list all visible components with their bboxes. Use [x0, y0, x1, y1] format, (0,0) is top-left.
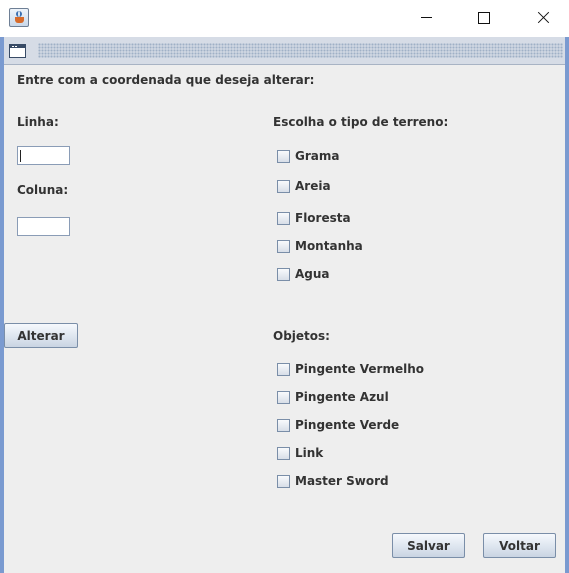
checkbox-floresta[interactable]: Floresta	[277, 210, 351, 226]
checkbox-label: Pingente Verde	[295, 418, 400, 432]
form-panel: Entre com a coordenada que deseja altera…	[4, 65, 565, 573]
checkbox-label: Link	[295, 446, 324, 460]
checkbox-label: Grama	[295, 149, 340, 163]
checkbox-label: Areia	[295, 179, 331, 193]
checkbox-box[interactable]	[277, 179, 290, 193]
checkbox-pingente-vermelho[interactable]: Pingente Vermelho	[277, 361, 424, 377]
alter-button[interactable]: Alterar	[4, 323, 78, 348]
checkbox-label: Pingente Vermelho	[295, 362, 425, 376]
row-input[interactable]	[17, 146, 70, 165]
title-bar-grip	[38, 43, 563, 58]
column-input[interactable]	[17, 217, 70, 236]
back-button[interactable]: Voltar	[483, 533, 556, 558]
checkbox-box[interactable]	[277, 149, 290, 163]
checkbox-box[interactable]	[277, 239, 290, 253]
checkbox-areia[interactable]: Areia	[277, 178, 331, 194]
os-title-bar	[0, 0, 569, 36]
internal-frame-title-bar[interactable]	[4, 37, 565, 65]
form-heading: Entre com a coordenada que deseja altera…	[17, 73, 315, 87]
internal-frame: Entre com a coordenada que deseja altera…	[0, 37, 569, 573]
checkbox-label: Montanha	[295, 239, 363, 253]
checkbox-label: Agua	[295, 267, 330, 281]
checkbox-agua[interactable]: Agua	[277, 266, 330, 282]
terrain-title: Escolha o tipo de terreno:	[273, 115, 449, 129]
objects-title: Objetos:	[273, 329, 330, 343]
checkbox-box[interactable]	[277, 446, 290, 460]
checkbox-link[interactable]: Link	[277, 445, 323, 461]
checkbox-label: Pingente Azul	[295, 390, 389, 404]
checkbox-master-sword[interactable]: Master Sword	[277, 473, 389, 489]
window-icon[interactable]	[9, 44, 26, 58]
checkbox-box[interactable]	[277, 390, 290, 404]
checkbox-label: Floresta	[295, 211, 351, 225]
checkbox-label: Master Sword	[295, 474, 389, 488]
checkbox-box[interactable]	[277, 267, 290, 281]
checkbox-box[interactable]	[277, 474, 290, 488]
text-caret	[20, 150, 21, 162]
minimize-button[interactable]	[403, 0, 449, 36]
checkbox-box[interactable]	[277, 362, 290, 376]
java-cup-icon[interactable]	[9, 8, 29, 27]
checkbox-box[interactable]	[277, 211, 290, 225]
column-label: Coluna:	[17, 183, 69, 197]
checkbox-montanha[interactable]: Montanha	[277, 238, 363, 254]
checkbox-box[interactable]	[277, 418, 290, 432]
checkbox-pingente-verde[interactable]: Pingente Verde	[277, 417, 399, 433]
row-label: Linha:	[17, 115, 59, 129]
close-button[interactable]	[519, 0, 565, 36]
checkbox-grama[interactable]: Grama	[277, 148, 339, 164]
maximize-button[interactable]	[460, 0, 506, 36]
checkbox-pingente-azul[interactable]: Pingente Azul	[277, 389, 389, 405]
save-button[interactable]: Salvar	[392, 533, 465, 558]
